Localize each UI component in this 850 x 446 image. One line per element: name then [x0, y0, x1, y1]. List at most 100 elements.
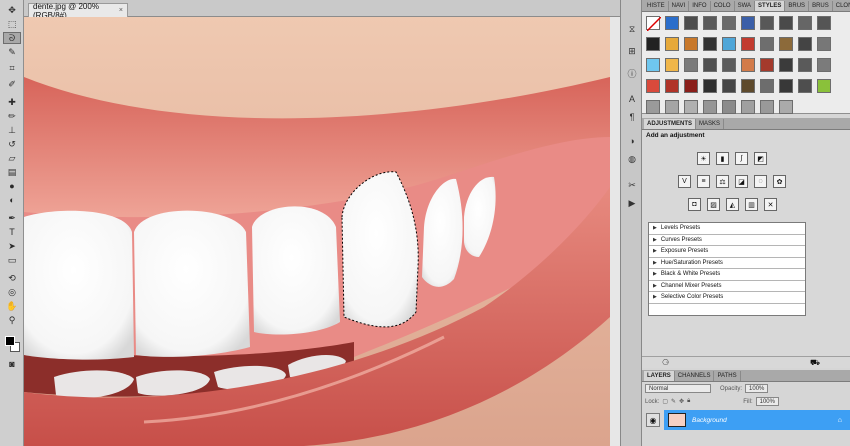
style-swatch[interactable]	[760, 100, 774, 114]
hue-saturation-icon[interactable]: ≡	[697, 175, 710, 188]
3d-rotate-tool-icon[interactable]: ⟲	[3, 272, 21, 284]
style-swatch[interactable]	[684, 58, 698, 72]
selective-color-icon[interactable]: ✕	[764, 198, 777, 211]
style-swatch[interactable]	[817, 58, 831, 72]
tab-paths[interactable]: PATHS	[714, 371, 741, 381]
tab-brushes[interactable]: BRUS	[785, 1, 810, 11]
quick-mask-icon[interactable]: ◙	[3, 358, 21, 370]
tab-info[interactable]: INFO	[689, 1, 711, 11]
color-icon[interactable]: ◑	[625, 134, 639, 148]
history-icon[interactable]: ⧖	[625, 22, 639, 36]
tab-color[interactable]: COLO	[711, 1, 735, 11]
clip-icon[interactable]: ⚆	[662, 358, 669, 367]
list-item[interactable]: ▶ Selective Color Presets	[649, 292, 805, 304]
brightness-contrast-icon[interactable]: ☀	[697, 152, 710, 165]
style-swatch[interactable]	[779, 16, 793, 30]
style-swatch[interactable]	[779, 79, 793, 93]
style-swatch[interactable]	[703, 16, 717, 30]
style-swatch[interactable]	[646, 100, 660, 114]
move-tool-icon[interactable]: ✥	[3, 4, 21, 16]
posterize-icon[interactable]: ▨	[707, 198, 720, 211]
channel-mixer-icon[interactable]: ✿	[773, 175, 786, 188]
style-swatch[interactable]	[741, 79, 755, 93]
style-swatch[interactable]	[817, 37, 831, 51]
style-swatch[interactable]	[798, 37, 812, 51]
blend-mode-select[interactable]: Normal	[645, 384, 711, 393]
black-white-icon[interactable]: ◪	[735, 175, 748, 188]
style-swatch[interactable]	[798, 58, 812, 72]
tab-masks[interactable]: MASKS	[696, 119, 725, 129]
gradient-tool-icon[interactable]: ▤	[3, 166, 21, 178]
style-swatch[interactable]	[646, 16, 662, 32]
list-item[interactable]: ▶ Curves Presets	[649, 235, 805, 246]
style-swatch[interactable]	[741, 58, 755, 72]
shape-tool-icon[interactable]: ▭	[3, 254, 21, 266]
info-icon[interactable]: ⓘ	[625, 66, 639, 80]
tool-presets-icon[interactable]: ✂	[625, 178, 639, 192]
eraser-tool-icon[interactable]: ▱	[3, 152, 21, 164]
hand-tool-icon[interactable]: ✋	[3, 300, 21, 312]
new-adjustment-icon[interactable]: ⛟	[810, 358, 820, 368]
gradient-map-icon[interactable]: ▥	[745, 198, 758, 211]
style-swatch[interactable]	[722, 37, 736, 51]
photo-filter-icon[interactable]: ◌	[754, 175, 767, 188]
style-swatch[interactable]	[722, 58, 736, 72]
brush-tool-icon[interactable]: ✏	[3, 110, 21, 122]
pen-tool-icon[interactable]: ✒	[3, 212, 21, 224]
style-swatch[interactable]	[741, 100, 755, 114]
style-swatch[interactable]	[817, 79, 831, 93]
vibrance-icon[interactable]: V	[678, 175, 691, 188]
levels-icon[interactable]: ▮	[716, 152, 729, 165]
style-swatch[interactable]	[779, 100, 793, 114]
opacity-field[interactable]: 100%	[745, 384, 769, 393]
character-icon[interactable]: A	[625, 92, 639, 106]
style-swatch[interactable]	[760, 79, 774, 93]
style-swatch[interactable]	[741, 16, 755, 30]
style-swatch[interactable]	[684, 79, 698, 93]
navigator-icon[interactable]: ⊞	[625, 44, 639, 58]
lock-image-icon[interactable]: ✎	[671, 398, 676, 405]
tab-channels[interactable]: CHANNELS	[675, 371, 715, 381]
path-selection-tool-icon[interactable]: ➤	[3, 240, 21, 252]
tab-styles[interactable]: STYLES	[755, 1, 786, 11]
dodge-tool-icon[interactable]: ◐	[3, 194, 21, 206]
style-swatch[interactable]	[646, 37, 660, 51]
swatches-icon[interactable]: ◍	[625, 152, 639, 166]
style-swatch[interactable]	[798, 16, 812, 30]
style-swatch[interactable]	[665, 79, 679, 93]
tab-history[interactable]: HISTE	[644, 1, 669, 11]
fill-field[interactable]: 100%	[755, 397, 779, 406]
style-swatch[interactable]	[665, 37, 679, 51]
layer-row-background[interactable]: Background ⌂	[664, 410, 850, 430]
style-swatch[interactable]	[779, 37, 793, 51]
quick-selection-tool-icon[interactable]: ✎	[3, 46, 21, 58]
list-item[interactable]: ▶ Hue/Saturation Presets	[649, 258, 805, 269]
style-swatch[interactable]	[646, 58, 660, 72]
style-swatch[interactable]	[741, 37, 755, 51]
style-swatch[interactable]	[817, 16, 831, 30]
paragraph-icon[interactable]: ¶	[625, 110, 639, 124]
threshold-icon[interactable]: ◭	[726, 198, 739, 211]
style-swatch[interactable]	[798, 79, 812, 93]
history-brush-tool-icon[interactable]: ↺	[3, 138, 21, 150]
list-item[interactable]: ▶ Black & White Presets	[649, 269, 805, 281]
style-swatch[interactable]	[722, 100, 736, 114]
tab-adjustments[interactable]: ADJUSTMENTS	[644, 119, 697, 129]
style-swatch[interactable]	[779, 58, 793, 72]
style-swatch[interactable]	[684, 16, 698, 30]
list-item[interactable]: ▶ Levels Presets	[649, 223, 805, 235]
style-swatch[interactable]	[684, 37, 698, 51]
lock-position-icon[interactable]: ✥	[679, 398, 684, 405]
tab-navigator[interactable]: NAVI	[669, 1, 690, 11]
style-swatch[interactable]	[703, 79, 717, 93]
style-swatch[interactable]	[722, 79, 736, 93]
style-swatch[interactable]	[760, 16, 774, 30]
document-tab[interactable]: dente.jpg @ 200% (RGB/8#) ×	[28, 2, 128, 20]
list-item[interactable]: ▶ Channel Mixer Presets	[649, 281, 805, 292]
lasso-tool-icon[interactable]: ᘐ	[3, 32, 21, 44]
lock-all-icon[interactable]: 🔒︎	[687, 398, 690, 405]
tab-clone-source[interactable]: CLONE	[833, 1, 850, 11]
healing-brush-tool-icon[interactable]: ✚	[3, 96, 21, 108]
list-item[interactable]: ▶ Exposure Presets	[649, 246, 805, 258]
exposure-icon[interactable]: ◩	[754, 152, 767, 165]
